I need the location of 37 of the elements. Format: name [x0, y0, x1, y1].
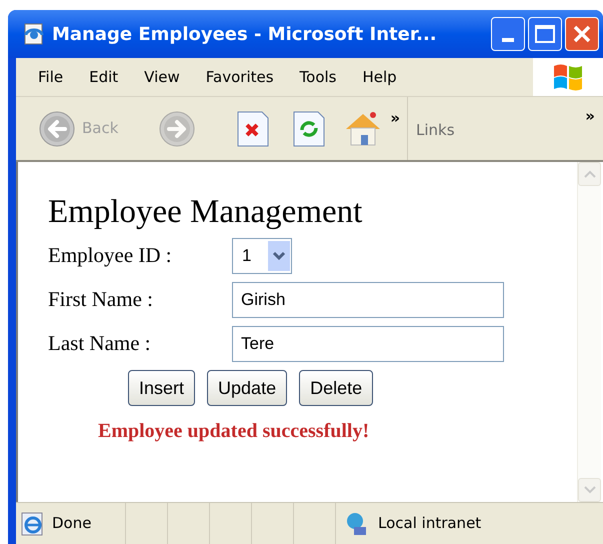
- page-heading: Employee Management: [48, 193, 364, 232]
- text-field[interactable]: Girish: [232, 282, 504, 318]
- stop-button[interactable]: [236, 110, 270, 148]
- links-overflow-chevron[interactable]: »: [585, 105, 595, 128]
- dropdown-value: 1: [241, 245, 252, 268]
- field-label: First Name :: [48, 286, 154, 314]
- form-button[interactable]: Update: [207, 370, 288, 406]
- status-text: Done: [52, 513, 92, 534]
- menu-item[interactable]: View: [144, 66, 180, 88]
- refresh-icon: [292, 110, 326, 148]
- form-button[interactable]: Insert: [128, 370, 196, 406]
- menu-item[interactable]: Favorites: [206, 66, 274, 88]
- menu-item[interactable]: Help: [362, 66, 397, 88]
- field-label: Last Name :: [48, 330, 152, 358]
- chevron-down-icon: [584, 486, 596, 494]
- menu-item[interactable]: File: [38, 66, 64, 88]
- success-message: Employee updated successfully!: [97, 419, 370, 444]
- field-label: Employee ID :: [48, 242, 173, 270]
- minimize-button[interactable]: [491, 17, 525, 51]
- close-button[interactable]: [565, 17, 599, 51]
- chevron-down-icon: [268, 241, 290, 271]
- zone-text: Local intranet: [378, 513, 482, 534]
- menu-item[interactable]: Tools: [300, 66, 336, 88]
- refresh-button[interactable]: [292, 110, 326, 148]
- links-label[interactable]: Links: [416, 119, 455, 142]
- maximize-button[interactable]: [528, 17, 562, 51]
- stop-icon: [236, 110, 270, 148]
- menu-item[interactable]: Edit: [89, 66, 118, 88]
- windows-flag-icon: [552, 62, 584, 92]
- close-icon: [572, 24, 592, 44]
- chevron-up-icon: [584, 170, 596, 178]
- window-title: Manage Employees - Microsoft Inter...: [52, 22, 438, 46]
- toolbar-overflow-chevron[interactable]: »: [390, 107, 400, 130]
- employee-id-dropdown[interactable]: 1: [232, 238, 292, 274]
- text-field[interactable]: Tere: [232, 326, 504, 362]
- form-button[interactable]: Delete: [299, 370, 374, 406]
- browser-page-icon: [22, 22, 46, 46]
